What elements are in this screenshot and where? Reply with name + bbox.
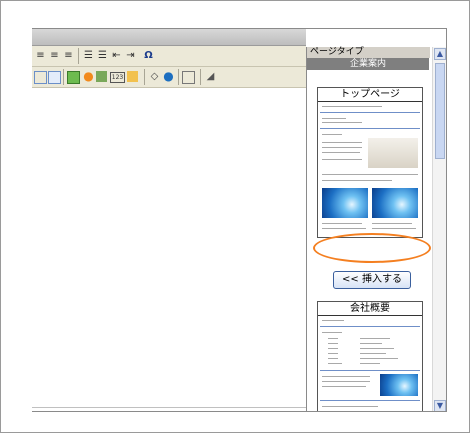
thumbnail-room-photo [368, 138, 418, 168]
layers-icon[interactable] [96, 71, 107, 82]
grid-icon[interactable] [182, 71, 195, 84]
thumbnail-line [320, 112, 420, 113]
insert-image-icon[interactable] [67, 71, 80, 84]
thumbnail-line [322, 228, 366, 229]
card-title: 会社概要 [318, 302, 422, 316]
record-icon[interactable]: ● [82, 70, 95, 83]
bulleted-list-icon[interactable]: ☰ [96, 49, 109, 62]
special-char-icon[interactable]: Ω [142, 49, 155, 62]
toolbar-divider [144, 69, 145, 85]
eraser-icon[interactable]: ◢ [204, 70, 217, 83]
scroll-down-icon[interactable]: ▼ [434, 400, 446, 411]
page-thumbnail [320, 318, 420, 411]
insert-toolbar: ● 123 ◇ ● ◢ [32, 67, 306, 88]
insert-button[interactable]: << 挿入する [333, 271, 411, 289]
outdent-icon[interactable]: ⇤ [110, 49, 123, 62]
thumbnail-line [328, 353, 338, 354]
editor-bottom-border [32, 407, 306, 408]
align-center-icon[interactable]: ≡ [34, 49, 47, 62]
panel-title: ページタイプ [307, 47, 430, 58]
thumbnail-line [322, 406, 378, 407]
page-template-card-company[interactable]: 会社概要 [317, 301, 423, 411]
thumbnail-line [322, 332, 342, 333]
thumbnail-line [320, 128, 420, 129]
justify-icon[interactable]: ≡ [62, 49, 75, 62]
toolbar-divider [178, 69, 179, 85]
thumbnail-line [322, 174, 418, 175]
thumbnail-line [372, 228, 416, 229]
field-icon[interactable]: 123 [110, 72, 125, 83]
thumbnail-line [360, 343, 382, 344]
thumbnail-line [322, 134, 342, 135]
page-type-panel: ページタイプ 企業案内 トップページ << 挿入する 会社概要 ▲ ▼ [306, 47, 446, 411]
thumbnail-line [322, 223, 362, 224]
toolbar-divider [63, 69, 64, 85]
scroll-up-icon[interactable]: ▲ [434, 48, 446, 60]
thumbnail-line [372, 223, 412, 224]
thumbnail-line [328, 348, 338, 349]
thumbnail-line [322, 386, 366, 387]
thumbnail-line [322, 180, 392, 181]
thumbnail-line [360, 348, 394, 349]
numbered-list-icon[interactable]: ☰ [82, 49, 95, 62]
thumbnail-line [322, 320, 344, 321]
screenshot-frame: ≡ ≡ ≡ ☰ ☰ ⇤ ⇥ Ω ● 123 ◇ ● ◢ ページタイプ 企業案内 … [0, 0, 470, 433]
thumbnail-line [322, 147, 362, 148]
thumbnail-line [320, 370, 420, 371]
thumbnail-line [328, 338, 338, 339]
thumbnail-line [360, 358, 398, 359]
formatting-toolbar: ≡ ≡ ≡ ☰ ☰ ⇤ ⇥ Ω [32, 46, 306, 67]
thumbnail-line [328, 363, 342, 364]
thumbnail-line [360, 363, 380, 364]
thumbnail-line [322, 152, 360, 153]
panel-subtitle: 企業案内 [307, 58, 429, 70]
thumbnail-line [360, 338, 390, 339]
source-icon[interactable]: ◇ [148, 70, 161, 83]
thumbnail-line [322, 122, 362, 123]
thumbnail-line [328, 343, 338, 344]
thumbnail-line [320, 326, 420, 327]
thumbnail-blue-photo [372, 188, 418, 218]
thumbnail-line [360, 353, 386, 354]
page-thumbnail [320, 104, 420, 234]
editor-window: ≡ ≡ ≡ ☰ ☰ ⇤ ⇥ Ω ● 123 ◇ ● ◢ ページタイプ 企業案内 … [32, 28, 447, 412]
form-icon[interactable] [127, 71, 138, 82]
align-right-icon[interactable]: ≡ [48, 49, 61, 62]
thumbnail-line [322, 142, 362, 143]
thumbnail-line [322, 106, 382, 107]
thumbnail-line [322, 381, 370, 382]
thumbnail-blue-photo [322, 188, 368, 218]
thumbnail-line [322, 376, 370, 377]
globe-icon[interactable]: ● [162, 70, 175, 83]
thumbnail-line [322, 118, 346, 119]
window-title-bar [32, 29, 306, 46]
thumbnail-line [322, 159, 362, 160]
card-title: トップページ [318, 88, 422, 102]
table-icon[interactable] [34, 71, 47, 84]
toolbar-divider [200, 69, 201, 85]
toolbar-divider [78, 48, 79, 64]
page-template-card-top[interactable]: トップページ [317, 87, 423, 238]
table-grid-icon[interactable] [48, 71, 61, 84]
indent-icon[interactable]: ⇥ [124, 49, 137, 62]
scroll-thumb[interactable] [435, 63, 445, 159]
thumbnail-line [320, 400, 420, 401]
thumbnail-line [328, 358, 338, 359]
panel-scrollbar[interactable]: ▲ ▼ [432, 47, 446, 411]
thumbnail-blue-photo [380, 374, 418, 396]
editor-canvas[interactable] [32, 88, 306, 388]
